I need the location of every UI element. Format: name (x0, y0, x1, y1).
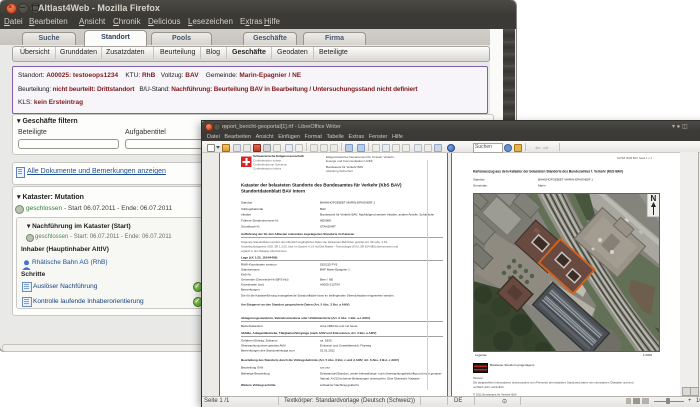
svg-text:N: N (651, 194, 657, 203)
